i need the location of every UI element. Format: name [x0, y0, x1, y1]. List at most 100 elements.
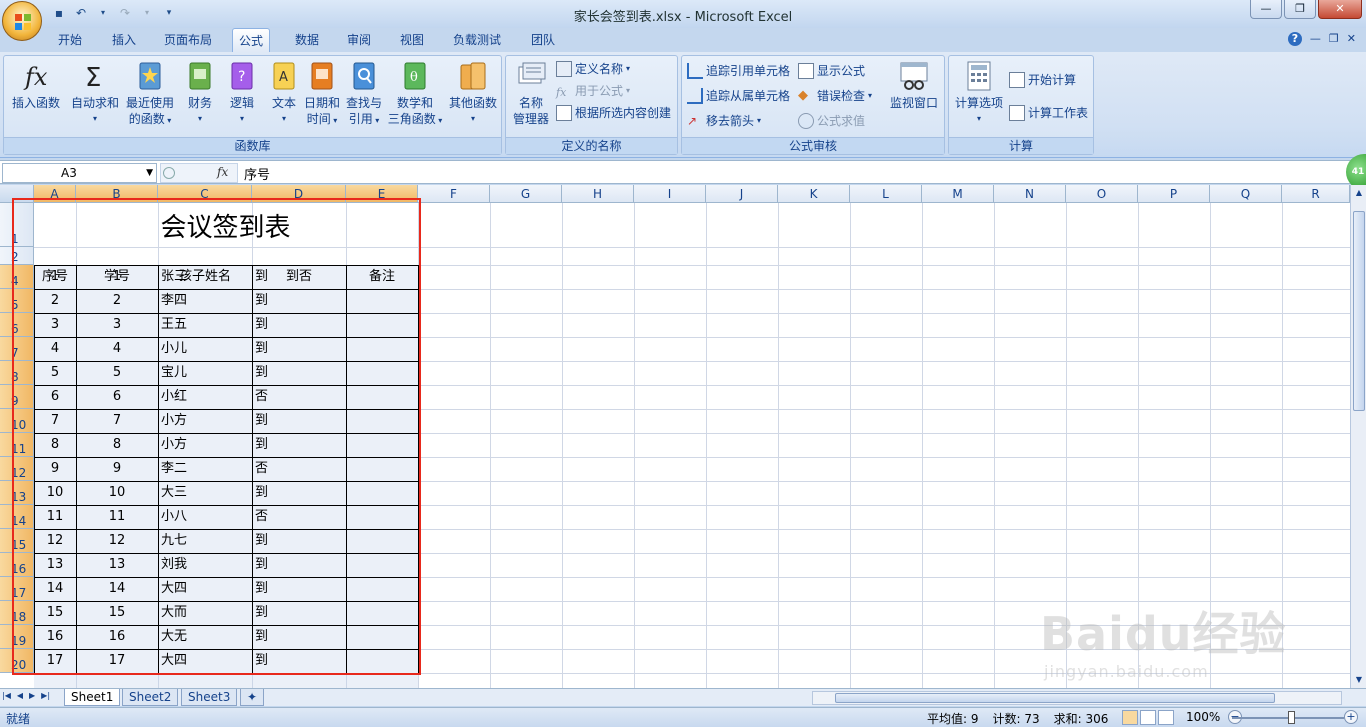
column-header-f[interactable]: F	[418, 185, 490, 203]
sheet-tab-sheet2[interactable]: Sheet2	[122, 689, 179, 706]
horizontal-scroll-thumb[interactable]	[835, 693, 1275, 703]
vertical-scroll-thumb[interactable]	[1353, 211, 1365, 411]
page-break-view-icon[interactable]	[1158, 710, 1174, 725]
column-header-h[interactable]: H	[562, 185, 634, 203]
zoom-level[interactable]: 100%	[1186, 710, 1220, 724]
sheet-tab-sheet3[interactable]: Sheet3	[181, 689, 238, 706]
use-in-formula-button[interactable]: fx 用于公式 ▾	[556, 81, 630, 101]
vertical-scrollbar[interactable]: ▲ ▼	[1350, 185, 1366, 688]
tab-insert[interactable]: 插入	[106, 28, 142, 52]
page-layout-view-icon[interactable]	[1140, 710, 1156, 725]
zoom-in-icon[interactable]: +	[1344, 710, 1358, 724]
formula-input[interactable]: 序号	[244, 164, 270, 183]
chevron-down-icon: ▾	[470, 114, 475, 123]
zoom-slider-knob[interactable]	[1288, 711, 1295, 724]
last-sheet-icon[interactable]: ▶|	[41, 691, 50, 700]
office-button[interactable]	[2, 1, 42, 41]
autosum-button[interactable]: Σ 自动求和 ▾	[68, 59, 122, 127]
tab-page-layout[interactable]: 页面布局	[158, 28, 218, 52]
column-header-l[interactable]: L	[850, 185, 922, 203]
insert-function-button[interactable]: fx 插入函数	[8, 59, 64, 111]
trace-dependents-label: 追踪从属单元格	[706, 89, 791, 103]
title-bar: ▪ ↶ ▾ ↷ ▾ ▾ 家长会签到表.xlsx - Microsoft Exce…	[0, 0, 1366, 41]
calc-now-button[interactable]: 开始计算	[1009, 70, 1076, 90]
next-sheet-icon[interactable]: ▶	[29, 691, 35, 700]
remove-arrows-button[interactable]: ↗ 移去箭头 ▾	[687, 111, 761, 131]
tab-review[interactable]: 审阅	[341, 28, 377, 52]
trace-precedents-icon	[687, 63, 703, 79]
calc-options-button[interactable]: 计算选项 ▾	[951, 59, 1007, 127]
normal-view-icon[interactable]	[1122, 710, 1138, 725]
svg-text:A: A	[279, 70, 288, 85]
lookup-button[interactable]: 查找与 引用 ▾	[344, 59, 384, 129]
trace-dependents-button[interactable]: 追踪从属单元格	[687, 86, 790, 106]
math-label-2: 三角函数	[387, 112, 436, 126]
calendar-book-icon	[311, 62, 333, 90]
chevron-down-icon: ▾	[626, 64, 631, 73]
ribbon-window-controls: ? — ❐ ✕	[1287, 32, 1356, 46]
watch-window-button[interactable]: 监视窗口	[886, 59, 942, 111]
name-box[interactable]: A3 ▼	[2, 163, 157, 183]
column-header-j[interactable]: J	[706, 185, 778, 203]
name-manager-button[interactable]: 名称 管理器	[509, 59, 553, 127]
ribbon: fx 插入函数 Σ 自动求和 ▾ 最近使用 的函数 ▾ 财务 ▾ ? 逻辑 ▾ …	[0, 52, 1366, 158]
math-button[interactable]: θ 数学和 三角函数 ▾	[386, 59, 444, 129]
expand-icon[interactable]	[163, 167, 175, 179]
scroll-up-icon[interactable]: ▲	[1351, 185, 1366, 201]
trace-precedents-button[interactable]: 追踪引用单元格	[687, 61, 790, 81]
chevron-down-icon: ▾	[164, 116, 172, 125]
show-formulas-button[interactable]: 显示公式	[798, 61, 865, 81]
group-calculation: 计算选项 ▾ 开始计算 计算工作表 计算	[948, 55, 1094, 155]
financial-book-icon	[189, 62, 211, 90]
column-header-i[interactable]: I	[634, 185, 706, 203]
ribbon-restore-icon[interactable]: ❐	[1329, 32, 1339, 46]
text-label: 文本	[271, 96, 296, 110]
sheet-tab-sheet1[interactable]: Sheet1	[64, 689, 121, 706]
insert-function-fx-icon[interactable]: fx	[217, 165, 228, 179]
close-button[interactable]: ✕	[1318, 0, 1362, 19]
gridline-vertical	[994, 203, 995, 688]
datetime-button[interactable]: 日期和 时间 ▾	[302, 59, 342, 129]
evaluate-formula-button[interactable]: 公式求值	[798, 111, 865, 131]
chevron-down-icon[interactable]: ▼	[146, 164, 153, 182]
insert-sheet-icon[interactable]: ✦	[240, 689, 264, 706]
status-stats[interactable]: 平均值: 9 计数: 73 求和: 306	[927, 710, 1108, 727]
help-icon[interactable]: ?	[1287, 32, 1302, 46]
financial-button[interactable]: 财务 ▾	[180, 59, 220, 127]
svg-text:fx: fx	[23, 63, 48, 91]
column-header-r[interactable]: R	[1282, 185, 1350, 203]
first-sheet-icon[interactable]: |◀	[2, 691, 11, 700]
tab-home[interactable]: 开始	[52, 28, 88, 52]
column-header-g[interactable]: G	[490, 185, 562, 203]
column-header-k[interactable]: K	[778, 185, 850, 203]
tab-team[interactable]: 团队	[525, 28, 561, 52]
error-checking-button[interactable]: ◆ 错误检查 ▾	[798, 86, 872, 106]
define-name-button[interactable]: 定义名称 ▾	[556, 59, 630, 79]
chevron-down-icon: ▾	[372, 116, 380, 125]
watermark-sub: jingyan.baidu.com	[1044, 662, 1209, 681]
recent-functions-button[interactable]: 最近使用 的函数 ▾	[122, 59, 178, 129]
tab-formulas[interactable]: 公式	[232, 28, 271, 52]
text-button[interactable]: A 文本 ▾	[264, 59, 304, 127]
column-header-o[interactable]: O	[1066, 185, 1138, 203]
column-header-q[interactable]: Q	[1210, 185, 1282, 203]
horizontal-scrollbar[interactable]	[812, 691, 1342, 705]
scroll-down-icon[interactable]: ▼	[1351, 672, 1366, 688]
logical-button[interactable]: ? 逻辑 ▾	[222, 59, 262, 127]
column-header-p[interactable]: P	[1138, 185, 1210, 203]
restore-button[interactable]: ❐	[1284, 0, 1316, 19]
column-header-n[interactable]: N	[994, 185, 1066, 203]
status-bar: 就绪 平均值: 9 计数: 73 求和: 306 100% − +	[0, 707, 1366, 727]
tab-data[interactable]: 数据	[289, 28, 325, 52]
tab-load-test[interactable]: 负载测试	[447, 28, 507, 52]
evaluate-formula-label: 公式求值	[817, 114, 866, 128]
ribbon-minimize-icon[interactable]: —	[1310, 32, 1321, 46]
more-functions-button[interactable]: 其他函数 ▾	[446, 59, 500, 127]
ribbon-close-icon[interactable]: ✕	[1347, 32, 1356, 46]
column-header-m[interactable]: M	[922, 185, 994, 203]
calc-sheet-button[interactable]: 计算工作表	[1009, 103, 1088, 123]
prev-sheet-icon[interactable]: ◀	[17, 691, 23, 700]
tab-view[interactable]: 视图	[394, 28, 430, 52]
create-from-selection-button[interactable]: 根据所选内容创建	[556, 103, 671, 123]
minimize-button[interactable]: —	[1250, 0, 1282, 19]
